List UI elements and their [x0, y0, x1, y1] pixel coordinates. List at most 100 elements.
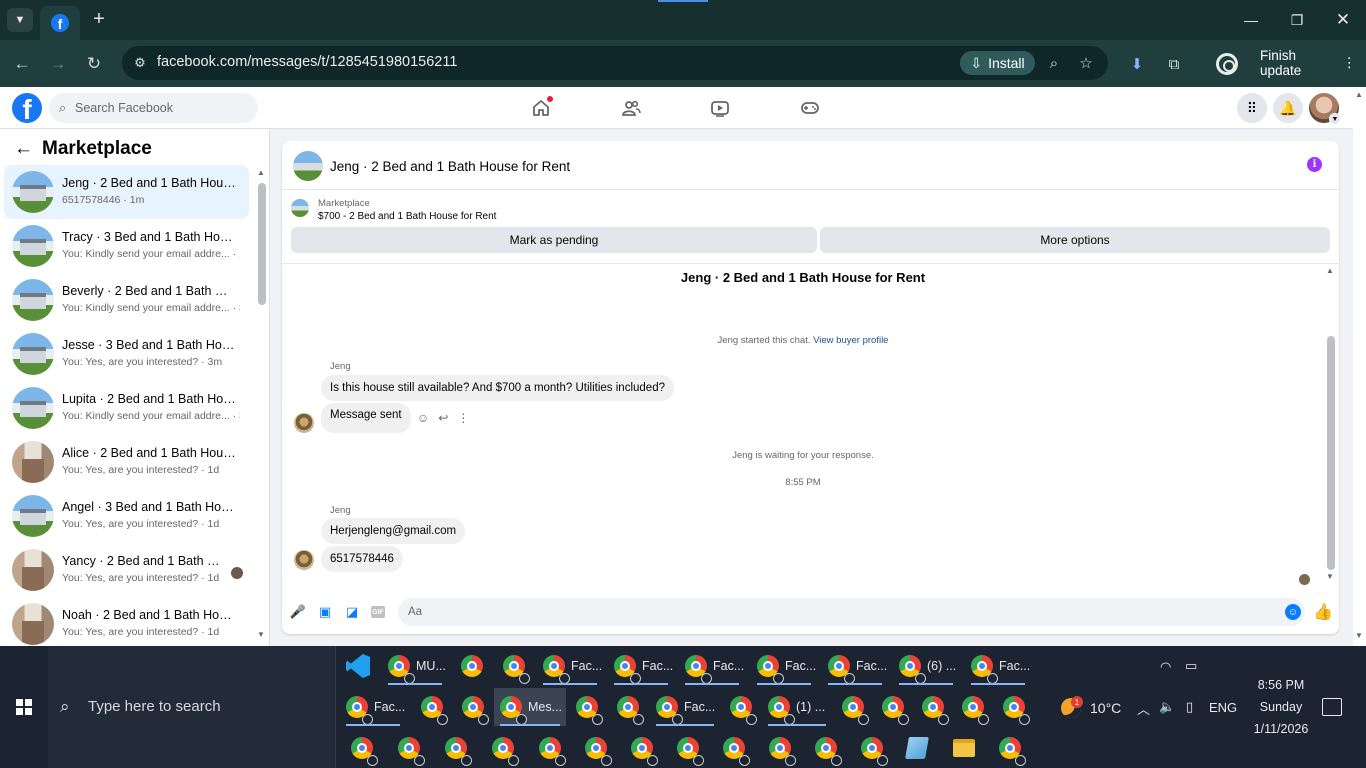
react-smiley-icon[interactable]: ☺	[417, 411, 429, 425]
listing-mini-thumbnail[interactable]	[291, 199, 309, 217]
taskbar-app-button[interactable]	[876, 688, 912, 726]
reply-arrow-icon[interactable]: ↩	[438, 411, 448, 425]
taskbar-app-button[interactable]	[456, 688, 492, 726]
sender-avatar[interactable]	[294, 550, 314, 570]
taskbar-app-button[interactable]	[763, 729, 799, 767]
extension-download-icon[interactable]: ⬇	[1125, 52, 1149, 76]
scroll-down-icon[interactable]: ▼	[1355, 631, 1363, 640]
taskbar-app-button[interactable]	[671, 729, 707, 767]
battery-icon[interactable]: ▭	[1185, 658, 1197, 674]
mark-as-pending-button[interactable]: Mark as pending	[291, 227, 817, 253]
conversation-item[interactable]: Beverly · 2 Bed and 1 Bath Hous... You: …	[4, 273, 249, 327]
conversation-item[interactable]: Lupita · 2 Bed and 1 Bath House... You: …	[4, 381, 249, 435]
taskbar-app-button[interactable]	[611, 688, 647, 726]
conversation-item[interactable]: Jeng · 2 Bed and 1 Bath House f... 65175…	[4, 165, 249, 219]
taskbar-search-box[interactable]: ⌕ Type here to search	[48, 646, 336, 768]
sidebar-scroll-thumb[interactable]	[258, 183, 266, 305]
taskbar-app-button[interactable]	[717, 729, 753, 767]
conversation-item[interactable]: Jesse · 3 Bed and 1 Bath House ... You: …	[4, 327, 249, 381]
taskbar-app-button[interactable]	[570, 688, 606, 726]
finish-update-button[interactable]: Finish update ⋮	[1250, 48, 1356, 78]
taskbar-app-button[interactable]	[993, 729, 1029, 767]
taskbar-app-button[interactable]	[486, 729, 522, 767]
taskbar-app-button[interactable]	[625, 729, 661, 767]
video-icon[interactable]	[706, 95, 734, 121]
tab-facebook[interactable]: f	[40, 6, 80, 40]
more-options-button[interactable]: More options	[820, 227, 1330, 253]
minimize-icon[interactable]: —	[1228, 8, 1274, 32]
back-arrow-icon[interactable]: ←	[8, 50, 36, 78]
sidebar-scrollbar[interactable]: ▲ ▼	[257, 168, 266, 643]
input-language[interactable]: ENG	[1209, 700, 1237, 715]
vscode-taskbar-button[interactable]	[340, 647, 378, 685]
scroll-down-icon[interactable]: ▼	[1326, 572, 1334, 581]
taskbar-app-button[interactable]: Fac...	[537, 647, 603, 685]
taskbar-app-button[interactable]: Fac...	[965, 647, 1031, 685]
page-scrollbar[interactable]: ▲ ▼	[1353, 87, 1366, 646]
taskbar-app-button-active[interactable]: Mes...	[494, 688, 566, 726]
message-bubble[interactable]: Herjengleng@gmail.com	[321, 518, 466, 544]
taskbar-app-button[interactable]	[724, 688, 760, 726]
notifications-bell-icon[interactable]: 🔔	[1273, 93, 1303, 123]
sticker-icon[interactable]: ◪	[344, 604, 360, 620]
conversation-info-icon[interactable]: i	[1307, 157, 1322, 172]
url-text[interactable]: facebook.com/messages/t/1285451980156211	[157, 54, 457, 70]
taskbar-app-button[interactable]	[956, 688, 992, 726]
facebook-logo-icon[interactable]: f	[12, 93, 42, 123]
chat-scrollbar[interactable]: ▲ ▼	[1323, 266, 1337, 585]
close-icon[interactable]: ✕	[1320, 8, 1366, 32]
photo-icon[interactable]: ▣	[317, 604, 333, 620]
taskbar-app-button[interactable]: (1) ...	[762, 688, 832, 726]
scroll-down-icon[interactable]: ▼	[257, 630, 265, 639]
chat-title[interactable]: Jeng · 2 Bed and 1 Bath House for Rent	[330, 159, 570, 174]
home-icon[interactable]	[527, 95, 555, 121]
forward-arrow-icon[interactable]: →	[44, 50, 72, 78]
taskbar-app-button[interactable]	[415, 688, 451, 726]
restore-icon[interactable]: ❐	[1274, 8, 1320, 32]
taskbar-app-button[interactable]	[533, 729, 569, 767]
conversation-item[interactable]: Tracy · 3 Bed and 1 Bath House ... You: …	[4, 219, 249, 273]
scroll-up-icon[interactable]: ▲	[1355, 90, 1363, 99]
taskbar-app-button[interactable]: Fac...	[340, 688, 406, 726]
menu-grid-icon[interactable]: ⠿	[1237, 93, 1267, 123]
action-center-notification-icon[interactable]	[1322, 698, 1342, 716]
notepad-taskbar-button[interactable]	[901, 729, 937, 767]
extensions-puzzle-icon[interactable]: ⧉	[1162, 52, 1186, 76]
view-buyer-profile-link[interactable]: View buyer profile	[813, 335, 888, 346]
microphone-icon[interactable]: 🎤	[290, 604, 306, 620]
sender-avatar[interactable]	[294, 413, 314, 433]
taskbar-app-button[interactable]	[497, 647, 533, 685]
taskbar-app-button[interactable]	[855, 729, 891, 767]
taskbar-app-button[interactable]: Fac...	[679, 647, 745, 685]
taskbar-app-button[interactable]	[455, 647, 491, 685]
taskbar-app-button[interactable]	[809, 729, 845, 767]
taskbar-app-button[interactable]	[836, 688, 872, 726]
clock-day[interactable]: Sunday	[1236, 700, 1326, 714]
message-bubble[interactable]: Message sent	[321, 403, 411, 433]
gif-icon[interactable]: GIF	[371, 606, 385, 618]
taskbar-app-button[interactable]	[997, 688, 1033, 726]
zoom-magnifier-icon[interactable]: ⌕	[1044, 53, 1064, 73]
site-info-tune-icon[interactable]: ⚙	[130, 53, 150, 73]
back-arrow-icon[interactable]: ←	[14, 139, 33, 159]
touchpad-icon[interactable]: ▯	[1186, 699, 1193, 715]
more-vertical-icon[interactable]: ⋮	[457, 411, 469, 425]
emoji-icon[interactable]: ☺	[1285, 604, 1301, 620]
conversation-item[interactable]: Noah · 2 Bed and 1 Bath House ... You: Y…	[4, 597, 249, 646]
bookmark-star-icon[interactable]: ☆	[1076, 53, 1096, 73]
taskbar-app-button[interactable]: Fac...	[650, 688, 720, 726]
address-bar[interactable]: ⚙ facebook.com/messages/t/12854519801562…	[122, 46, 1108, 80]
taskbar-app-button[interactable]	[916, 688, 952, 726]
tab-search-chevron-down-icon[interactable]: ▼	[7, 8, 33, 32]
message-bubble[interactable]: Is this house still available? And $700 …	[321, 375, 674, 401]
install-app-button[interactable]: ⇩ Install	[960, 51, 1035, 75]
listing-title[interactable]: $700 - 2 Bed and 1 Bath House for Rent	[318, 211, 496, 222]
thumbs-up-icon[interactable]: 👍	[1313, 602, 1333, 622]
file-explorer-taskbar-button[interactable]	[947, 729, 983, 767]
chat-scroll-thumb[interactable]	[1327, 336, 1335, 570]
taskbar-app-button[interactable]: Fac...	[751, 647, 817, 685]
taskbar-app-button[interactable]	[392, 729, 428, 767]
conversation-item[interactable]: Alice · 2 Bed and 1 Bath House f... You:…	[4, 435, 249, 489]
chat-listing-thumbnail[interactable]	[293, 151, 323, 181]
message-input[interactable]: Aa ☺	[398, 598, 1305, 626]
